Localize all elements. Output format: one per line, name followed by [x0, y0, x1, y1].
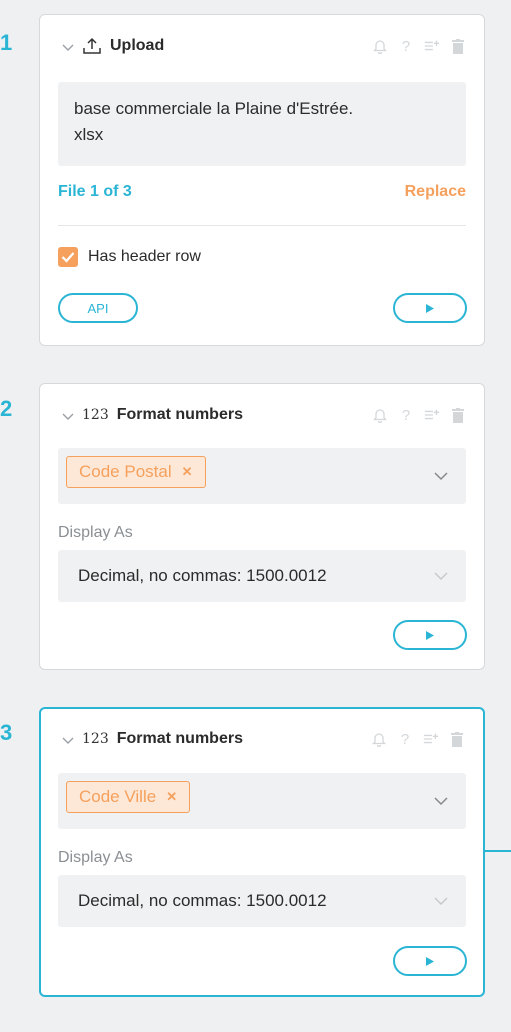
bell-icon[interactable]	[372, 406, 388, 424]
format-numbers-step-card-selected[interactable]: 123 Format numbers ? Code Ville ✕ Displa…	[39, 707, 485, 997]
numbers-icon: 123	[82, 407, 109, 423]
column-tag-label: Code Ville	[79, 787, 157, 806]
run-step-button[interactable]	[393, 620, 467, 650]
format-numbers-step-card: 123 Format numbers ? Code Postal ✕ Displ…	[39, 383, 485, 670]
display-as-select[interactable]: Decimal, no commas: 1500.0012	[58, 875, 466, 927]
delete-icon[interactable]	[450, 37, 466, 55]
step-header: 123 Format numbers ?	[62, 728, 465, 750]
step-header: Upload ?	[62, 35, 466, 57]
add-step-icon[interactable]	[424, 37, 440, 55]
run-step-button[interactable]	[393, 946, 467, 976]
bell-icon[interactable]	[372, 37, 388, 55]
replace-button[interactable]: Replace	[405, 183, 466, 201]
display-as-label: Display As	[58, 524, 133, 541]
step-title: Format numbers	[116, 730, 243, 747]
numbers-icon: 123	[82, 731, 109, 747]
remove-tag-icon[interactable]: ✕	[182, 464, 193, 480]
upload-icon	[82, 37, 102, 55]
step-title: Upload	[110, 37, 165, 54]
display-as-select[interactable]: Decimal, no commas: 1500.0012	[58, 550, 466, 602]
column-select[interactable]: Code Ville ✕	[58, 773, 466, 829]
api-button[interactable]: API	[58, 293, 138, 323]
column-select[interactable]: Code Postal ✕	[58, 448, 466, 504]
display-as-value: Decimal, no commas: 1500.0012	[78, 891, 327, 910]
step-number-1: 1	[0, 30, 13, 55]
play-icon	[426, 630, 434, 640]
file-counter[interactable]: File 1 of 3	[58, 183, 132, 201]
play-icon	[426, 303, 434, 313]
add-step-icon[interactable]	[423, 730, 439, 748]
header-row-label: Has header row	[88, 248, 201, 265]
chevron-down-icon[interactable]	[62, 409, 74, 421]
file-name: base commerciale la Plaine d'Estrée. xls…	[74, 99, 354, 144]
step-connector-line	[485, 850, 511, 852]
chevron-down-icon[interactable]	[434, 550, 448, 602]
chevron-down-icon[interactable]	[62, 733, 74, 745]
step-number-3: 3	[0, 720, 13, 745]
chevron-down-icon[interactable]	[434, 448, 448, 504]
run-step-button[interactable]	[393, 293, 467, 323]
column-tag[interactable]: Code Postal ✕	[66, 456, 206, 488]
add-step-icon[interactable]	[424, 406, 440, 424]
delete-icon[interactable]	[450, 406, 466, 424]
column-tag[interactable]: Code Ville ✕	[66, 781, 191, 813]
remove-tag-icon[interactable]: ✕	[166, 789, 177, 805]
api-label: API	[87, 300, 109, 316]
display-as-value: Decimal, no commas: 1500.0012	[78, 566, 327, 585]
bell-icon[interactable]	[371, 730, 387, 748]
step-number-2: 2	[0, 396, 13, 421]
column-tag-label: Code Postal	[79, 462, 172, 481]
play-icon	[426, 956, 434, 966]
help-icon[interactable]: ?	[398, 37, 414, 55]
file-name-box: base commerciale la Plaine d'Estrée. xls…	[58, 82, 466, 166]
upload-step-card: Upload ? base commerciale la Plaine d'Es…	[39, 14, 485, 346]
delete-icon[interactable]	[449, 730, 465, 748]
checkbox-checked-icon[interactable]	[58, 247, 78, 267]
help-icon[interactable]: ?	[398, 406, 414, 424]
step-title: Format numbers	[116, 406, 243, 423]
display-as-label: Display As	[58, 849, 133, 866]
chevron-down-icon[interactable]	[434, 773, 448, 829]
chevron-down-icon[interactable]	[434, 875, 448, 927]
help-icon[interactable]: ?	[397, 730, 413, 748]
header-row-option[interactable]: Has header row	[58, 247, 201, 267]
chevron-down-icon[interactable]	[62, 40, 74, 52]
step-header: 123 Format numbers ?	[62, 404, 466, 426]
divider	[58, 225, 466, 226]
